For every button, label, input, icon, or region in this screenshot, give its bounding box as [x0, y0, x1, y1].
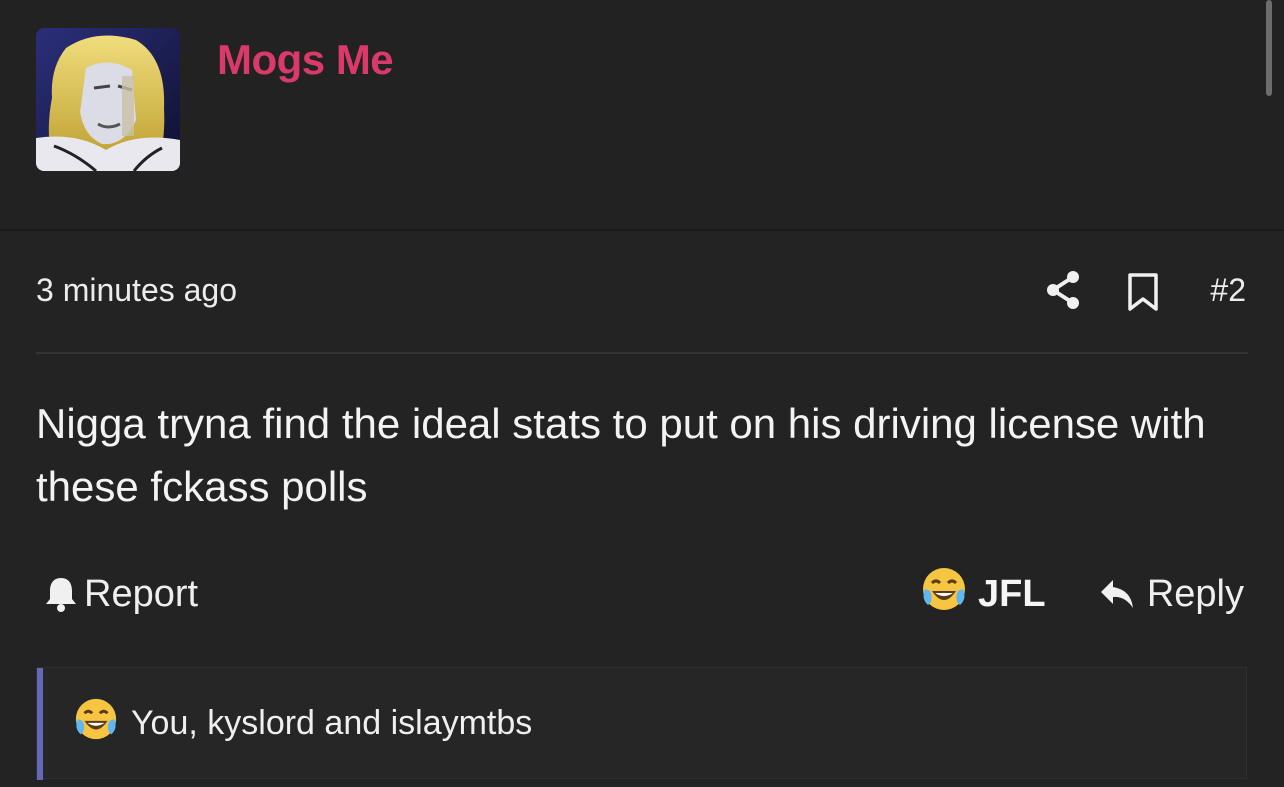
scrollbar[interactable] — [1266, 0, 1272, 96]
post-timestamp[interactable]: 3 minutes ago — [36, 272, 237, 309]
report-label: Report — [84, 572, 199, 615]
username[interactable]: Mogs Me — [217, 36, 394, 84]
post-number-link[interactable]: #2 — [1210, 272, 1246, 309]
post-meta: 3 minutes ago #2 — [36, 264, 1248, 320]
jfl-label: JFL — [978, 572, 1046, 615]
post-header: Mogs Me — [0, 0, 1284, 230]
reactions-summary-text: You, kyslord and islaymtbs — [131, 703, 533, 742]
jfl-reaction-button[interactable]: JFL — [920, 566, 1046, 622]
reply-label: Reply — [1146, 572, 1244, 615]
meta-divider — [36, 352, 1248, 354]
reply-button[interactable]: Reply — [1099, 566, 1244, 622]
bookmark-icon[interactable] — [1126, 272, 1160, 312]
share-icon[interactable] — [1045, 270, 1081, 310]
laughing-crying-emoji-icon — [920, 565, 968, 623]
report-button[interactable]: Report — [44, 566, 198, 622]
reactions-list[interactable]: You, kyslord and islaymtbs — [73, 698, 532, 748]
laughing-crying-emoji-icon — [73, 696, 119, 751]
bell-icon — [46, 578, 76, 612]
reactions-accent-bar — [37, 668, 43, 780]
avatar[interactable] — [36, 28, 180, 171]
reactions-summary: You, kyslord and islaymtbs — [36, 667, 1247, 780]
header-divider — [0, 229, 1284, 231]
post-message: Nigga tryna find the ideal stats to put … — [36, 400, 1206, 510]
reply-arrow-icon — [1100, 580, 1133, 608]
post-actions: Report JFL Reply — [36, 566, 1248, 622]
